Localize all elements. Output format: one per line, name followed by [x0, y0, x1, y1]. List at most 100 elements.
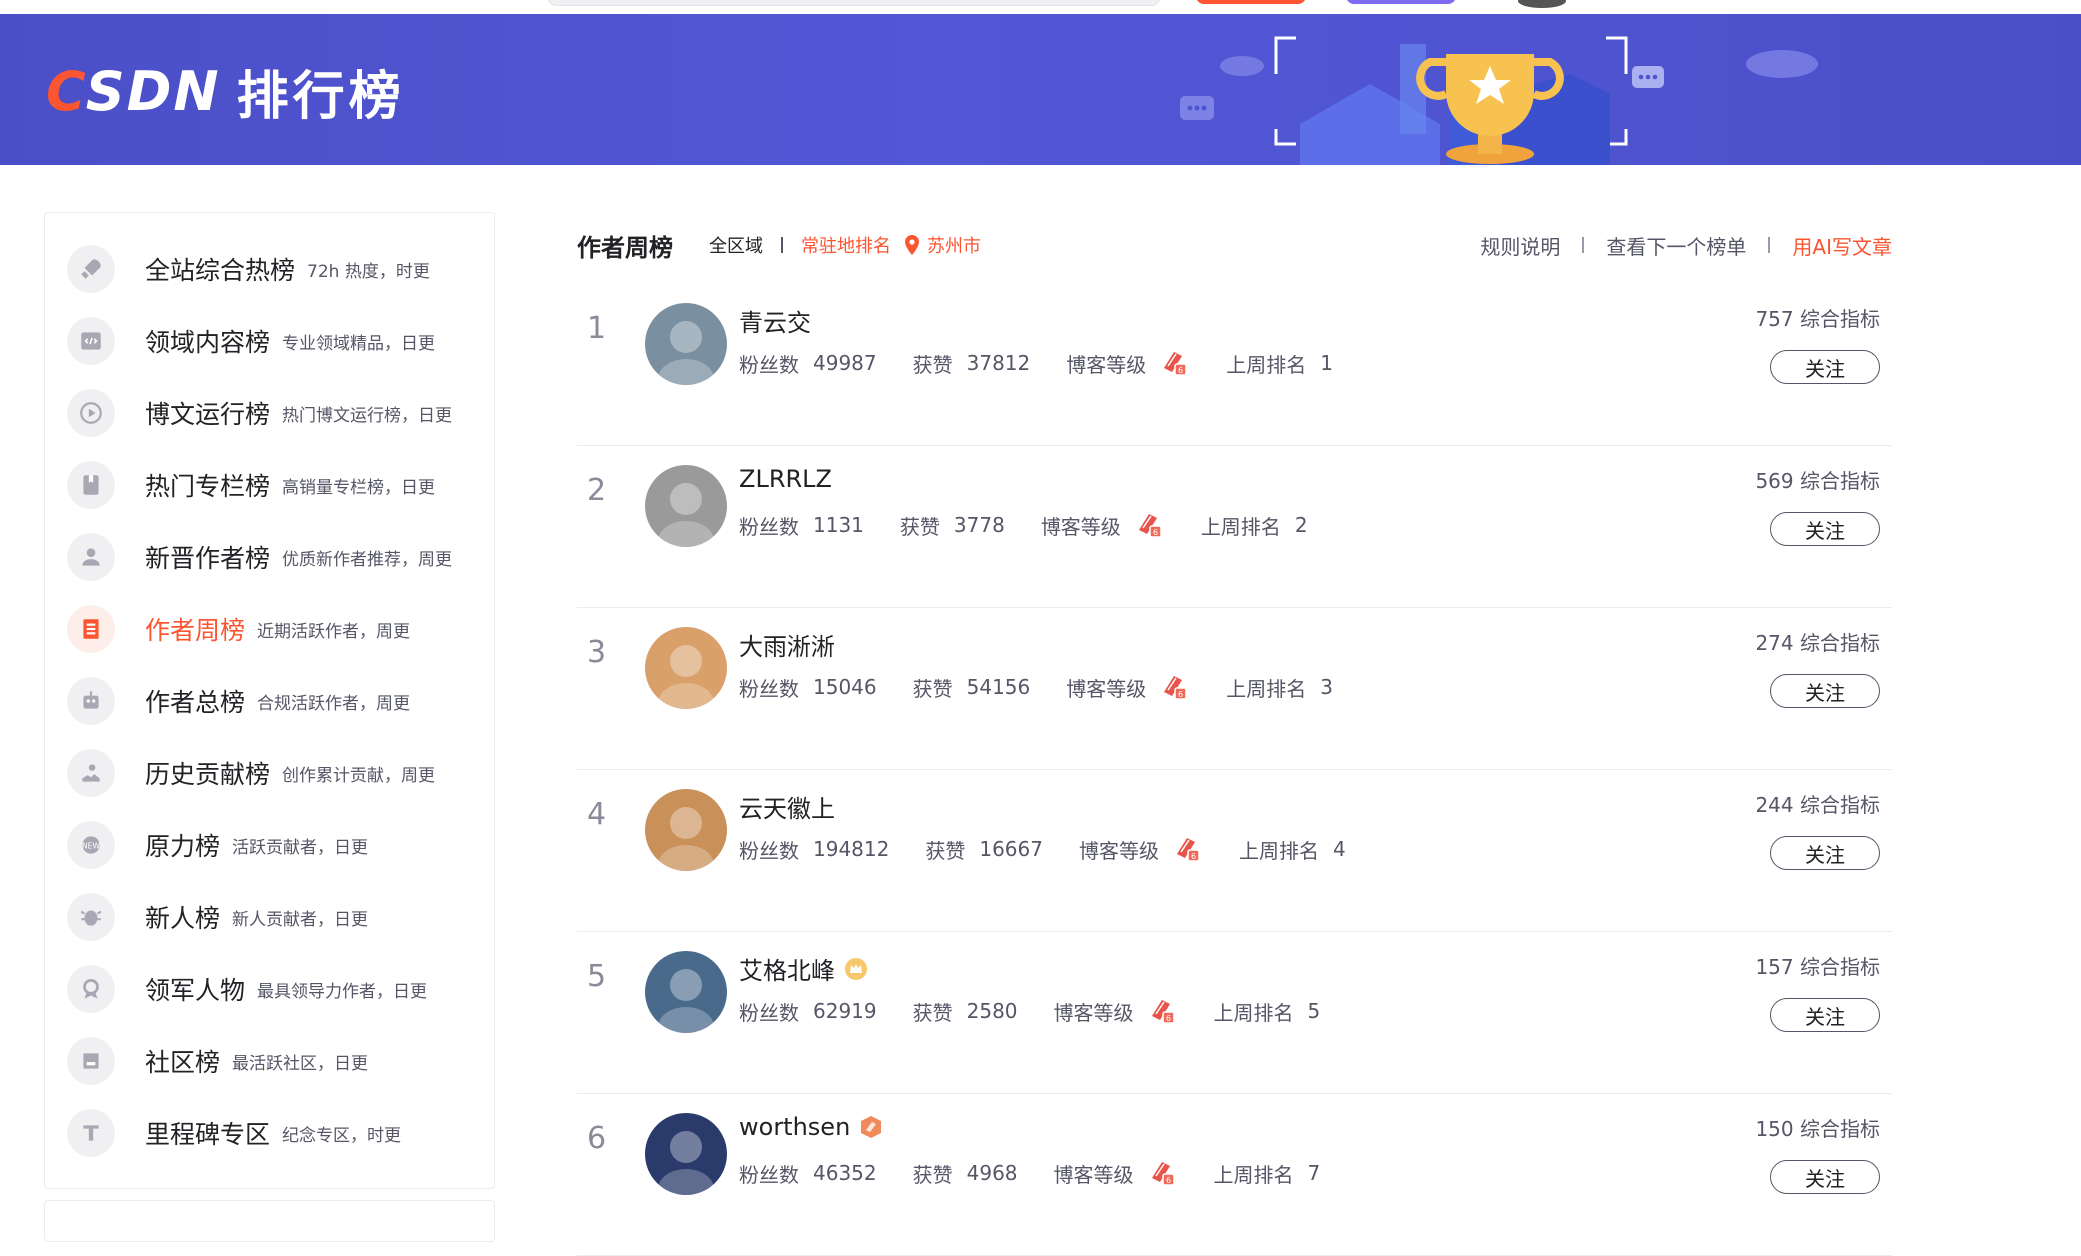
likes-label: 获赞	[899, 514, 940, 539]
sidebar-item-new-author[interactable]: 新晋作者榜 优质新作者推荐，周更	[67, 530, 487, 584]
sidebar-item-newcomer[interactable]: 新人榜 新人贡献者，日更	[67, 890, 487, 944]
sidebar-item-domain-content[interactable]: 领域内容榜 专业领域精品，日更	[67, 314, 487, 368]
calendar-list-icon	[67, 605, 115, 653]
follow-button[interactable]: 关注	[1770, 836, 1880, 870]
author-row: 6 worthsen 粉丝数 46352 获赞 4968 博客等级 6 上周排名 7 150 综合指…	[577, 1093, 1892, 1256]
avatar[interactable]	[645, 465, 727, 547]
crown-badge-icon	[845, 957, 867, 980]
community-icon	[67, 1037, 115, 1085]
sidebar-item-community[interactable]: 社区榜 最活跃社区，日更	[67, 1034, 487, 1088]
author-row: 2 ZLRRLZ 粉丝数 1131 获赞 3778 博客等级 6 上周排名 2 569 综合指标 关注	[577, 445, 1892, 608]
publish-button[interactable]	[1196, 0, 1306, 4]
likes-label: 获赞	[912, 352, 953, 377]
rank-number: 1	[587, 311, 607, 346]
author-name[interactable]: 云天徽上	[739, 789, 835, 824]
last-rank-label: 上周排名	[1213, 1000, 1294, 1025]
fans-value: 49987	[813, 351, 877, 375]
score: 157 综合指标	[1755, 955, 1880, 979]
trophy-illustration	[1180, 36, 1818, 165]
avatar[interactable]	[645, 789, 727, 871]
rocket-icon	[67, 245, 115, 293]
hand-up-icon	[67, 749, 115, 797]
blog-level-icon: 6	[1151, 1162, 1175, 1186]
sidebar-item-leaders[interactable]: 领军人物 最具领导力作者，日更	[67, 962, 487, 1016]
score: 274 综合指标	[1755, 631, 1880, 655]
list-header-links: 规则说明 查看下一个榜单 用AI写文章	[1480, 225, 1892, 265]
sidebar-secondary-card	[44, 1200, 495, 1242]
author-row: 4 云天徽上 粉丝数 194812 获赞 16667 博客等级 6 上周排名 4 244 综合指标关…	[577, 769, 1892, 932]
rank-number: 6	[587, 1121, 607, 1156]
page-title: 排行榜	[236, 66, 405, 127]
sidebar-item-author-weekly[interactable]: 作者周榜 近期活跃作者，周更	[67, 602, 487, 656]
logo[interactable]: CSDN 排行榜	[46, 56, 405, 127]
sidebar-item-author-total[interactable]: 作者总榜 合规活跃作者，周更	[67, 674, 487, 728]
follow-button[interactable]: 关注	[1770, 512, 1880, 546]
sidebar-item-force[interactable]: NEW 原力榜 活跃贡献者，日更	[67, 818, 487, 872]
blog-level-icon: 6	[1151, 1000, 1175, 1024]
region-filter[interactable]: 全区域	[709, 232, 763, 258]
score: 757 综合指标	[1755, 307, 1880, 331]
level-label: 博客等级	[1066, 352, 1147, 377]
code-window-icon	[67, 317, 115, 365]
robot-icon	[67, 677, 115, 725]
last-rank-value: 3	[1320, 675, 1333, 699]
orange-badge-icon	[861, 1116, 882, 1138]
author-name[interactable]: 大雨淅淅	[739, 627, 835, 662]
fans-value: 62919	[813, 999, 877, 1023]
last-rank-label: 上周排名	[1213, 1162, 1294, 1187]
list-title: 作者周榜	[577, 233, 673, 262]
city-label[interactable]: 苏州市	[927, 232, 981, 258]
user-avatar[interactable]	[1518, 0, 1566, 8]
level-label: 博客等级	[1078, 838, 1159, 863]
avatar[interactable]	[645, 1113, 727, 1195]
avatar[interactable]	[645, 627, 727, 709]
fans-label: 粉丝数	[739, 1162, 799, 1187]
fans-label: 粉丝数	[739, 1000, 799, 1025]
author-name[interactable]: worthsen	[739, 1113, 884, 1141]
author-name[interactable]: ZLRRLZ	[739, 465, 832, 493]
sidebar-item-history-contribution[interactable]: 历史贡献榜 创作累计贡献，周更	[67, 746, 487, 800]
rank-number: 5	[587, 959, 607, 994]
fans-value: 46352	[813, 1161, 877, 1185]
vip-button[interactable]	[1346, 0, 1456, 4]
blog-level-icon: 6	[1164, 676, 1187, 700]
sidebar-item-milestone[interactable]: 里程碑专区 纪念专区，时更	[67, 1106, 487, 1160]
rank-category-sidebar: 全站综合热榜 72h 热度，时更 领域内容榜 专业领域精品，日更 博文运行榜 热…	[44, 212, 495, 1189]
fans-value: 15046	[813, 675, 877, 699]
rules-link[interactable]: 规则说明	[1480, 231, 1560, 260]
author-stats: 粉丝数 46352 获赞 4968 博客等级 6 上周排名 7	[739, 1158, 1356, 1188]
play-circle-icon	[67, 389, 115, 437]
ai-write-link[interactable]: 用AI写文章	[1792, 231, 1892, 260]
divider	[1582, 237, 1585, 253]
likes-value: 2580	[966, 999, 1018, 1023]
follow-button[interactable]: 关注	[1770, 1160, 1880, 1194]
sidebar-item-hot-column[interactable]: 热门专栏榜 高销量专栏榜，日更	[67, 458, 487, 512]
level-label: 博客等级	[1053, 1162, 1134, 1187]
rank-number: 4	[587, 797, 607, 832]
sidebar-item-site-hot[interactable]: 全站综合热榜 72h 热度，时更	[67, 242, 487, 296]
sidebar-item-blog-run[interactable]: 博文运行榜 热门博文运行榜，日更	[67, 386, 487, 440]
author-name[interactable]: 艾格北峰	[739, 951, 869, 986]
follow-button[interactable]: 关注	[1770, 350, 1880, 384]
likes-label: 获赞	[912, 676, 953, 701]
next-list-link[interactable]: 查看下一个榜单	[1606, 231, 1746, 260]
author-name[interactable]: 青云交	[739, 303, 811, 338]
fans-label: 粉丝数	[739, 838, 799, 863]
last-rank-value: 7	[1307, 1161, 1321, 1185]
avatar[interactable]	[645, 951, 727, 1033]
follow-button[interactable]: 关注	[1770, 998, 1880, 1032]
avatar[interactable]	[645, 303, 727, 385]
last-rank-value: 1	[1320, 351, 1333, 375]
local-rank-filter[interactable]: 常驻地排名	[801, 232, 891, 258]
level-label: 博客等级	[1053, 1000, 1134, 1025]
svg-text:NEW: NEW	[82, 841, 100, 850]
divider	[1768, 237, 1771, 253]
csdn-logo: CSDN	[46, 59, 221, 123]
search-input[interactable]	[548, 0, 1160, 6]
follow-button[interactable]: 关注	[1770, 674, 1880, 708]
author-stats: 粉丝数 62919 获赞 2580 博客等级 6 上周排名 5	[739, 996, 1356, 1026]
svg-text:6: 6	[1165, 1014, 1170, 1023]
svg-text:6: 6	[1178, 690, 1183, 699]
author-row: 3 大雨淅淅 粉丝数 15046 获赞 54156 博客等级 6 上周排名 3 274 综合指标 关注	[577, 607, 1892, 770]
author-stats: 粉丝数 49987 获赞 37812 博客等级 6 上周排名 1	[739, 348, 1369, 378]
